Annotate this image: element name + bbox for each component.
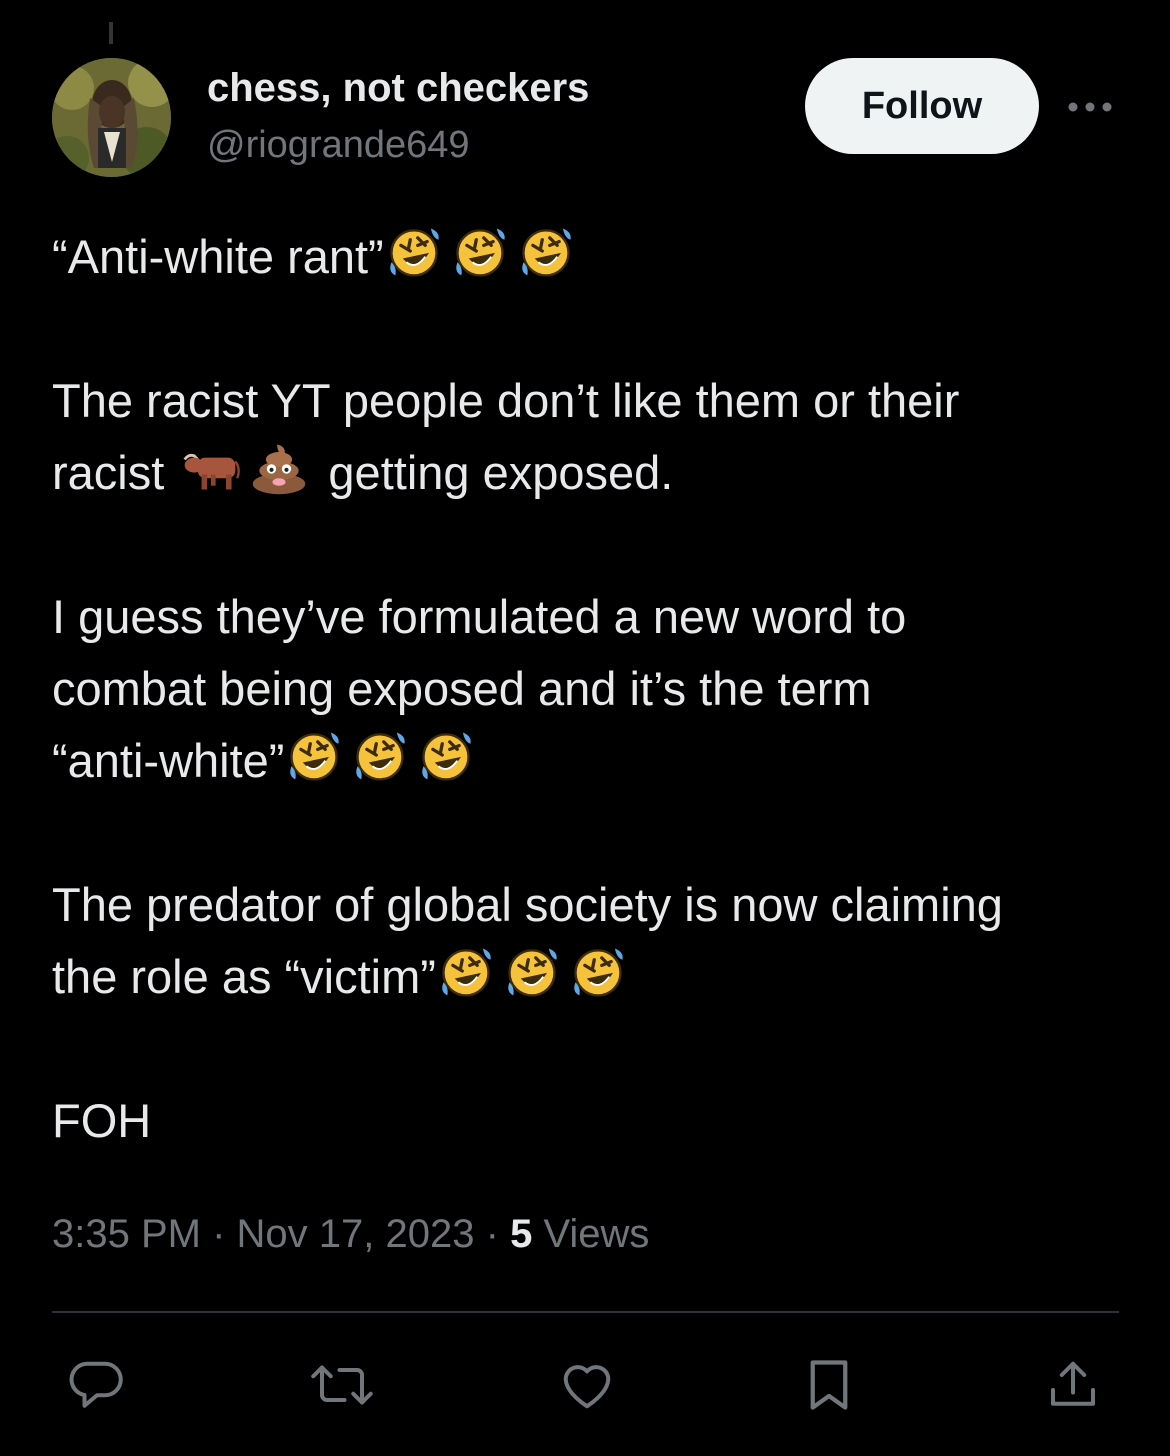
tweet-text-span: racist [52, 446, 165, 499]
rolling-on-floor-laughing-emoji [350, 725, 410, 785]
tweet-paragraph: “Anti-white rant” [52, 221, 1137, 293]
tweet-time[interactable]: 3:35 PM [52, 1212, 201, 1256]
thread-connector-line [109, 22, 113, 44]
tweet-metadata: 3:35 PM · Nov 17, 2023 · 5 Views [52, 1208, 649, 1260]
reply-icon[interactable] [64, 1352, 130, 1418]
tweet-paragraph: FOH [52, 1085, 1137, 1157]
tweet-text-span: combat being exposed and it’s the term [52, 662, 872, 715]
meta-separator: · [485, 1212, 499, 1256]
meta-separator: · [212, 1212, 226, 1256]
tweet-text-span: The predator of global society is now cl… [52, 878, 1003, 931]
rolling-on-floor-laughing-emoji [284, 725, 344, 785]
follow-button[interactable]: Follow [805, 58, 1039, 154]
retweet-icon[interactable] [309, 1352, 375, 1418]
tweet-paragraph: The predator of global society is now cl… [52, 869, 1137, 1013]
tweet-text-span: I guess they’ve formulated a new word to [52, 590, 907, 643]
pile-of-poo-emoji [249, 437, 309, 497]
tweet-text-span: “anti-white” [52, 734, 285, 787]
rolling-on-floor-laughing-emoji [502, 941, 562, 1001]
avatar-image [52, 58, 171, 177]
share-icon[interactable] [1040, 1352, 1106, 1418]
tweet-paragraph: The racist YT people don’t like them or … [52, 365, 1137, 509]
rolling-on-floor-laughing-emoji [568, 941, 628, 1001]
divider [52, 1311, 1119, 1313]
tweet-text-span: The racist YT people don’t like them or … [52, 374, 960, 427]
tweet-date[interactable]: Nov 17, 2023 [237, 1212, 475, 1256]
author-handle[interactable]: @riogrande649 [207, 120, 470, 170]
tweet-text: “Anti-white rant” The racist YT people d… [52, 221, 1137, 1157]
rolling-on-floor-laughing-emoji [384, 221, 444, 281]
rolling-on-floor-laughing-emoji [450, 221, 510, 281]
ox-emoji [177, 437, 243, 497]
like-icon[interactable] [554, 1352, 620, 1418]
tweet-paragraph: I guess they’ve formulated a new word to… [52, 581, 1137, 797]
rolling-on-floor-laughing-emoji [416, 725, 476, 785]
tweet-text-span: getting exposed. [328, 446, 674, 499]
rolling-on-floor-laughing-emoji [436, 941, 496, 1001]
tweet-text-span: the role as “victim” [52, 950, 436, 1003]
views-count[interactable]: 5 [510, 1212, 532, 1256]
avatar[interactable] [52, 58, 171, 177]
author-display-name[interactable]: chess, not checkers [207, 62, 589, 114]
tweet-text-span: FOH [52, 1094, 152, 1147]
bookmark-icon[interactable] [796, 1352, 862, 1418]
views-label[interactable]: Views [543, 1212, 649, 1256]
tweet-text-span: “Anti-white rant” [52, 230, 384, 283]
rolling-on-floor-laughing-emoji [516, 221, 576, 281]
more-options-icon[interactable] [1066, 90, 1114, 124]
